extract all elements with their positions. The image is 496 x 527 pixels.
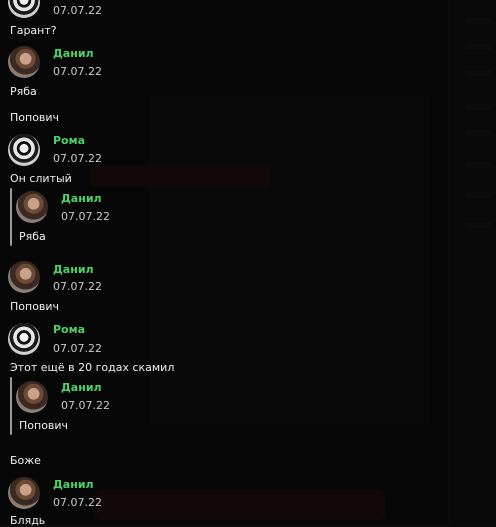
avatar[interactable] <box>8 261 40 293</box>
quote-bar <box>10 377 12 435</box>
avatar[interactable] <box>16 381 48 413</box>
message-text: Он слитый <box>10 172 72 185</box>
chat-log[interactable]: 07.07.22 Гарант? Данил 07.07.22 Ряба Поп… <box>0 0 496 527</box>
message-text: Попович <box>10 300 60 313</box>
avatar[interactable] <box>8 46 40 78</box>
avatar[interactable] <box>8 134 40 166</box>
message-text: Боже <box>10 454 41 467</box>
message-time: 07.07.22 <box>53 65 102 78</box>
message-text: Попович <box>10 111 60 124</box>
quote-text: Попович <box>19 419 69 432</box>
message-time: 07.07.22 <box>53 342 102 355</box>
author-name[interactable]: Данил <box>53 478 94 491</box>
avatar[interactable] <box>8 323 40 355</box>
author-name[interactable]: Рома <box>53 134 85 147</box>
author-name[interactable]: Рома <box>53 323 85 336</box>
message-time: 07.07.22 <box>53 280 102 293</box>
quote-time: 07.07.22 <box>61 210 110 223</box>
quote-text: Ряба <box>19 230 46 243</box>
message-text: Ряба <box>10 85 37 98</box>
message-text: Этот ещё в 20 годах скамил <box>10 361 175 374</box>
message-text: Гарант? <box>10 24 57 37</box>
quote-time: 07.07.22 <box>61 399 110 412</box>
quote-bar <box>10 188 12 246</box>
avatar[interactable] <box>8 0 40 18</box>
avatar[interactable] <box>16 191 48 223</box>
message-time: 07.07.22 <box>53 152 102 165</box>
quote-author-name[interactable]: Данил <box>61 381 102 394</box>
message-time: 07.07.22 <box>53 4 102 17</box>
avatar[interactable] <box>8 477 40 509</box>
author-name[interactable]: Данил <box>53 263 94 276</box>
author-name[interactable]: Данил <box>53 47 94 60</box>
message-time: 07.07.22 <box>53 496 102 509</box>
quote-author-name[interactable]: Данил <box>61 192 102 205</box>
message-text: Блядь <box>10 514 46 527</box>
